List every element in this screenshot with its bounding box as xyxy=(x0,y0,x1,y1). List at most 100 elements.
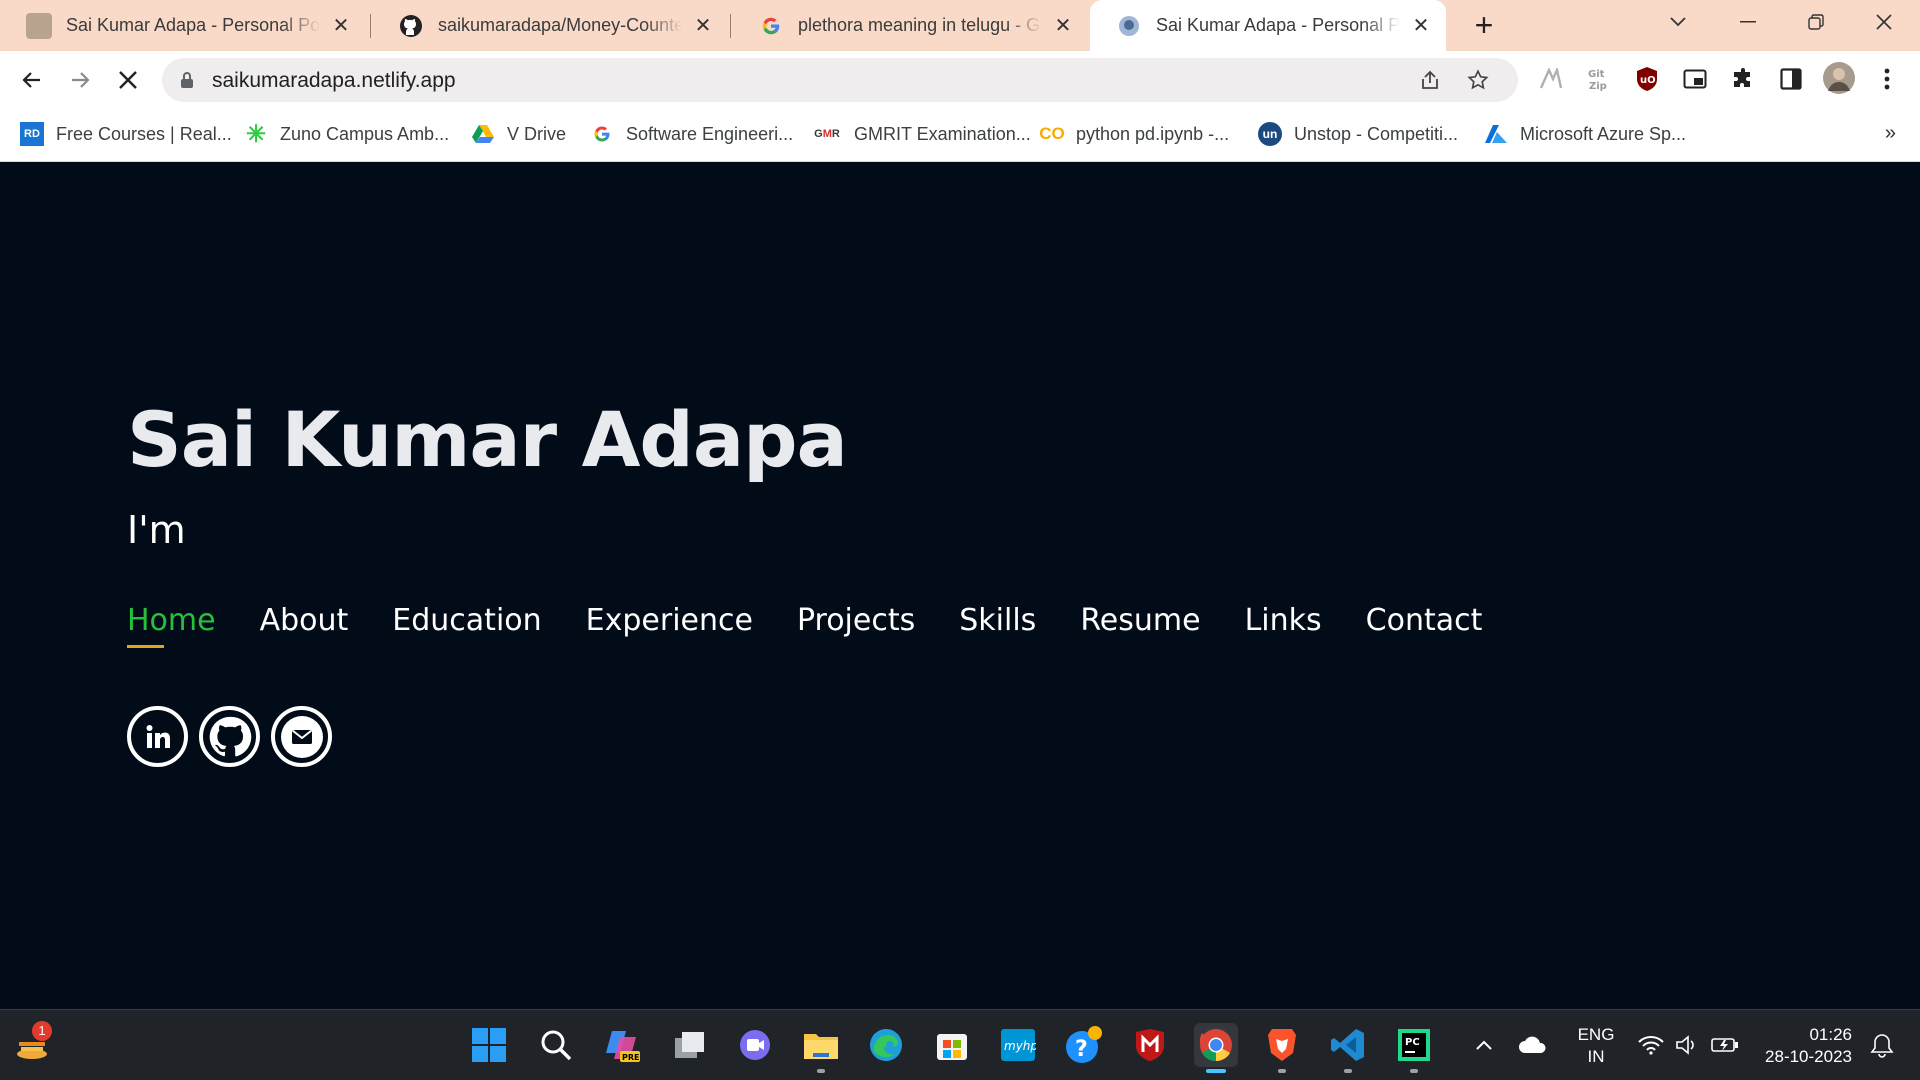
close-icon[interactable]: ✕ xyxy=(1052,13,1074,38)
teams-chat-icon[interactable] xyxy=(733,1023,777,1067)
tab-separator xyxy=(370,14,371,38)
vscode-icon[interactable] xyxy=(1326,1023,1370,1073)
nav-about[interactable]: About xyxy=(260,603,349,648)
bookmark-item[interactable]: RD Free Courses | Real... xyxy=(20,122,232,146)
bookmark-label: Software Engineeri... xyxy=(626,123,794,144)
running-indicator xyxy=(1344,1069,1352,1073)
tab-search-chevron-icon[interactable] xyxy=(1648,0,1708,44)
bookmark-item[interactable]: ✳ Zuno Campus Amb... xyxy=(244,120,449,148)
notifications-bell-icon[interactable] xyxy=(1866,1023,1898,1067)
bookmark-item[interactable]: GMR GMRIT Examination... xyxy=(812,122,1031,146)
new-tab-button[interactable]: + xyxy=(1466,8,1502,44)
windows-taskbar: 1 PRE myhp ? PC ENG IN 01:26 28-10-2023 xyxy=(0,1009,1920,1080)
tab-1[interactable]: Sai Kumar Adapa - Personal Port ✕ xyxy=(0,0,366,51)
forward-arrow-icon[interactable] xyxy=(62,62,98,98)
tab-3[interactable]: plethora meaning in telugu - Go ✕ xyxy=(732,0,1088,51)
portfolio-favicon-icon xyxy=(1116,13,1142,39)
close-icon[interactable]: ✕ xyxy=(692,13,714,38)
nav-skills[interactable]: Skills xyxy=(959,603,1036,648)
wifi-icon[interactable] xyxy=(1636,1023,1666,1067)
edge-icon[interactable] xyxy=(864,1023,908,1067)
close-window-icon[interactable] xyxy=(1854,0,1914,44)
show-hidden-icons-chevron-icon[interactable] xyxy=(1469,1023,1499,1067)
mcafee-icon[interactable] xyxy=(1128,1023,1172,1067)
windows-start-icon[interactable] xyxy=(467,1023,511,1067)
bookmark-label: V Drive xyxy=(507,123,567,144)
chrome-icon[interactable] xyxy=(1194,1023,1238,1073)
nav-projects[interactable]: Projects xyxy=(797,603,915,648)
extensions-puzzle-icon[interactable] xyxy=(1728,64,1758,94)
widgets-icon[interactable]: 1 xyxy=(10,1021,54,1067)
browser-toolbar: saikumaradapa.netlify.app Git Zip uO xyxy=(0,51,1920,108)
linkedin-icon[interactable] xyxy=(127,706,188,767)
extension-a-icon[interactable] xyxy=(1536,64,1566,94)
bookmark-item[interactable]: un Unstop - Competiti... xyxy=(1258,122,1458,146)
nav-resume[interactable]: Resume xyxy=(1080,603,1200,648)
tab-separator xyxy=(730,14,731,38)
bookmarks-bar: RD Free Courses | Real... ✳ Zuno Campus … xyxy=(0,108,1920,162)
running-indicator xyxy=(1410,1069,1418,1073)
nav-links[interactable]: Links xyxy=(1245,603,1322,648)
rd-icon: RD xyxy=(20,122,44,146)
google-icon xyxy=(758,13,784,39)
onedrive-cloud-icon[interactable] xyxy=(1516,1023,1550,1067)
portfolio-favicon-icon xyxy=(26,12,52,39)
hero-intro: I'm xyxy=(127,508,186,552)
file-explorer-icon[interactable] xyxy=(799,1023,843,1073)
stop-loading-icon[interactable] xyxy=(110,62,146,98)
gmr-icon: GMR xyxy=(814,128,840,140)
more-menu-icon[interactable] xyxy=(1872,64,1902,94)
microsoft-store-icon[interactable] xyxy=(930,1023,974,1067)
share-icon[interactable] xyxy=(1418,68,1442,92)
gitzip-extension-icon[interactable]: Git Zip xyxy=(1584,64,1614,94)
address-bar[interactable]: saikumaradapa.netlify.app xyxy=(162,58,1518,102)
brave-icon[interactable] xyxy=(1260,1023,1304,1073)
volume-icon[interactable] xyxy=(1672,1023,1702,1067)
bookmarks-overflow-button[interactable]: » xyxy=(1885,122,1896,145)
back-arrow-icon[interactable] xyxy=(14,62,50,98)
mail-icon[interactable] xyxy=(271,706,332,767)
lock-icon[interactable] xyxy=(180,71,194,94)
restore-icon[interactable] xyxy=(1786,0,1846,44)
bookmark-star-icon[interactable] xyxy=(1466,68,1490,92)
clock[interactable]: 01:26 28-10-2023 xyxy=(1756,1024,1852,1068)
nav-home[interactable]: Home xyxy=(127,603,216,648)
tab-2[interactable]: saikumaradapa/Money-Counter ✕ xyxy=(372,0,728,51)
battery-charging-icon[interactable] xyxy=(1708,1023,1742,1067)
profile-avatar[interactable] xyxy=(1822,61,1856,95)
github-icon[interactable] xyxy=(199,706,260,767)
picture-in-picture-icon[interactable] xyxy=(1680,64,1710,94)
notification-badge: 1 xyxy=(32,1021,52,1041)
side-panel-icon[interactable] xyxy=(1776,64,1806,94)
bookmark-item[interactable]: Microsoft Azure Sp... xyxy=(1484,122,1686,146)
running-indicator xyxy=(817,1069,825,1073)
minimize-icon[interactable] xyxy=(1718,0,1778,44)
bookmark-label: python pd.ipynb -... xyxy=(1076,123,1230,144)
task-view-icon[interactable] xyxy=(668,1023,712,1067)
nav-experience[interactable]: Experience xyxy=(586,603,753,648)
url-text[interactable]: saikumaradapa.netlify.app xyxy=(212,69,456,93)
social-links xyxy=(127,706,343,767)
nav-education[interactable]: Education xyxy=(392,603,541,648)
bookmark-item[interactable]: Software Engineeri... xyxy=(590,122,793,146)
tab-4-active[interactable]: Sai Kumar Adapa - Personal Port ✕ xyxy=(1090,0,1446,51)
bookmark-item[interactable]: V Drive xyxy=(471,122,566,146)
bookmark-label: GMRIT Examination... xyxy=(854,123,1031,144)
ublock-origin-icon[interactable]: uO xyxy=(1632,64,1662,94)
get-help-icon[interactable]: ? xyxy=(1062,1023,1106,1067)
close-icon[interactable]: ✕ xyxy=(1410,13,1432,38)
copilot-preview-icon[interactable]: PRE xyxy=(600,1023,644,1067)
bookmark-label: Free Courses | Real... xyxy=(56,123,232,144)
search-icon[interactable] xyxy=(534,1023,578,1067)
zuno-icon: ✳ xyxy=(245,120,267,148)
svg-text:myhp: myhp xyxy=(1004,1039,1036,1053)
myhp-icon[interactable]: myhp xyxy=(996,1023,1040,1067)
nav-contact[interactable]: Contact xyxy=(1366,603,1483,648)
svg-text:PC: PC xyxy=(1405,1037,1420,1048)
colab-icon: CO xyxy=(1039,124,1065,143)
pycharm-icon[interactable]: PC xyxy=(1392,1023,1436,1073)
svg-text:PRE: PRE xyxy=(622,1053,640,1062)
input-language[interactable]: ENG IN xyxy=(1568,1024,1624,1068)
bookmark-item[interactable]: CO python pd.ipynb -... xyxy=(1039,122,1230,146)
close-icon[interactable]: ✕ xyxy=(330,13,352,38)
